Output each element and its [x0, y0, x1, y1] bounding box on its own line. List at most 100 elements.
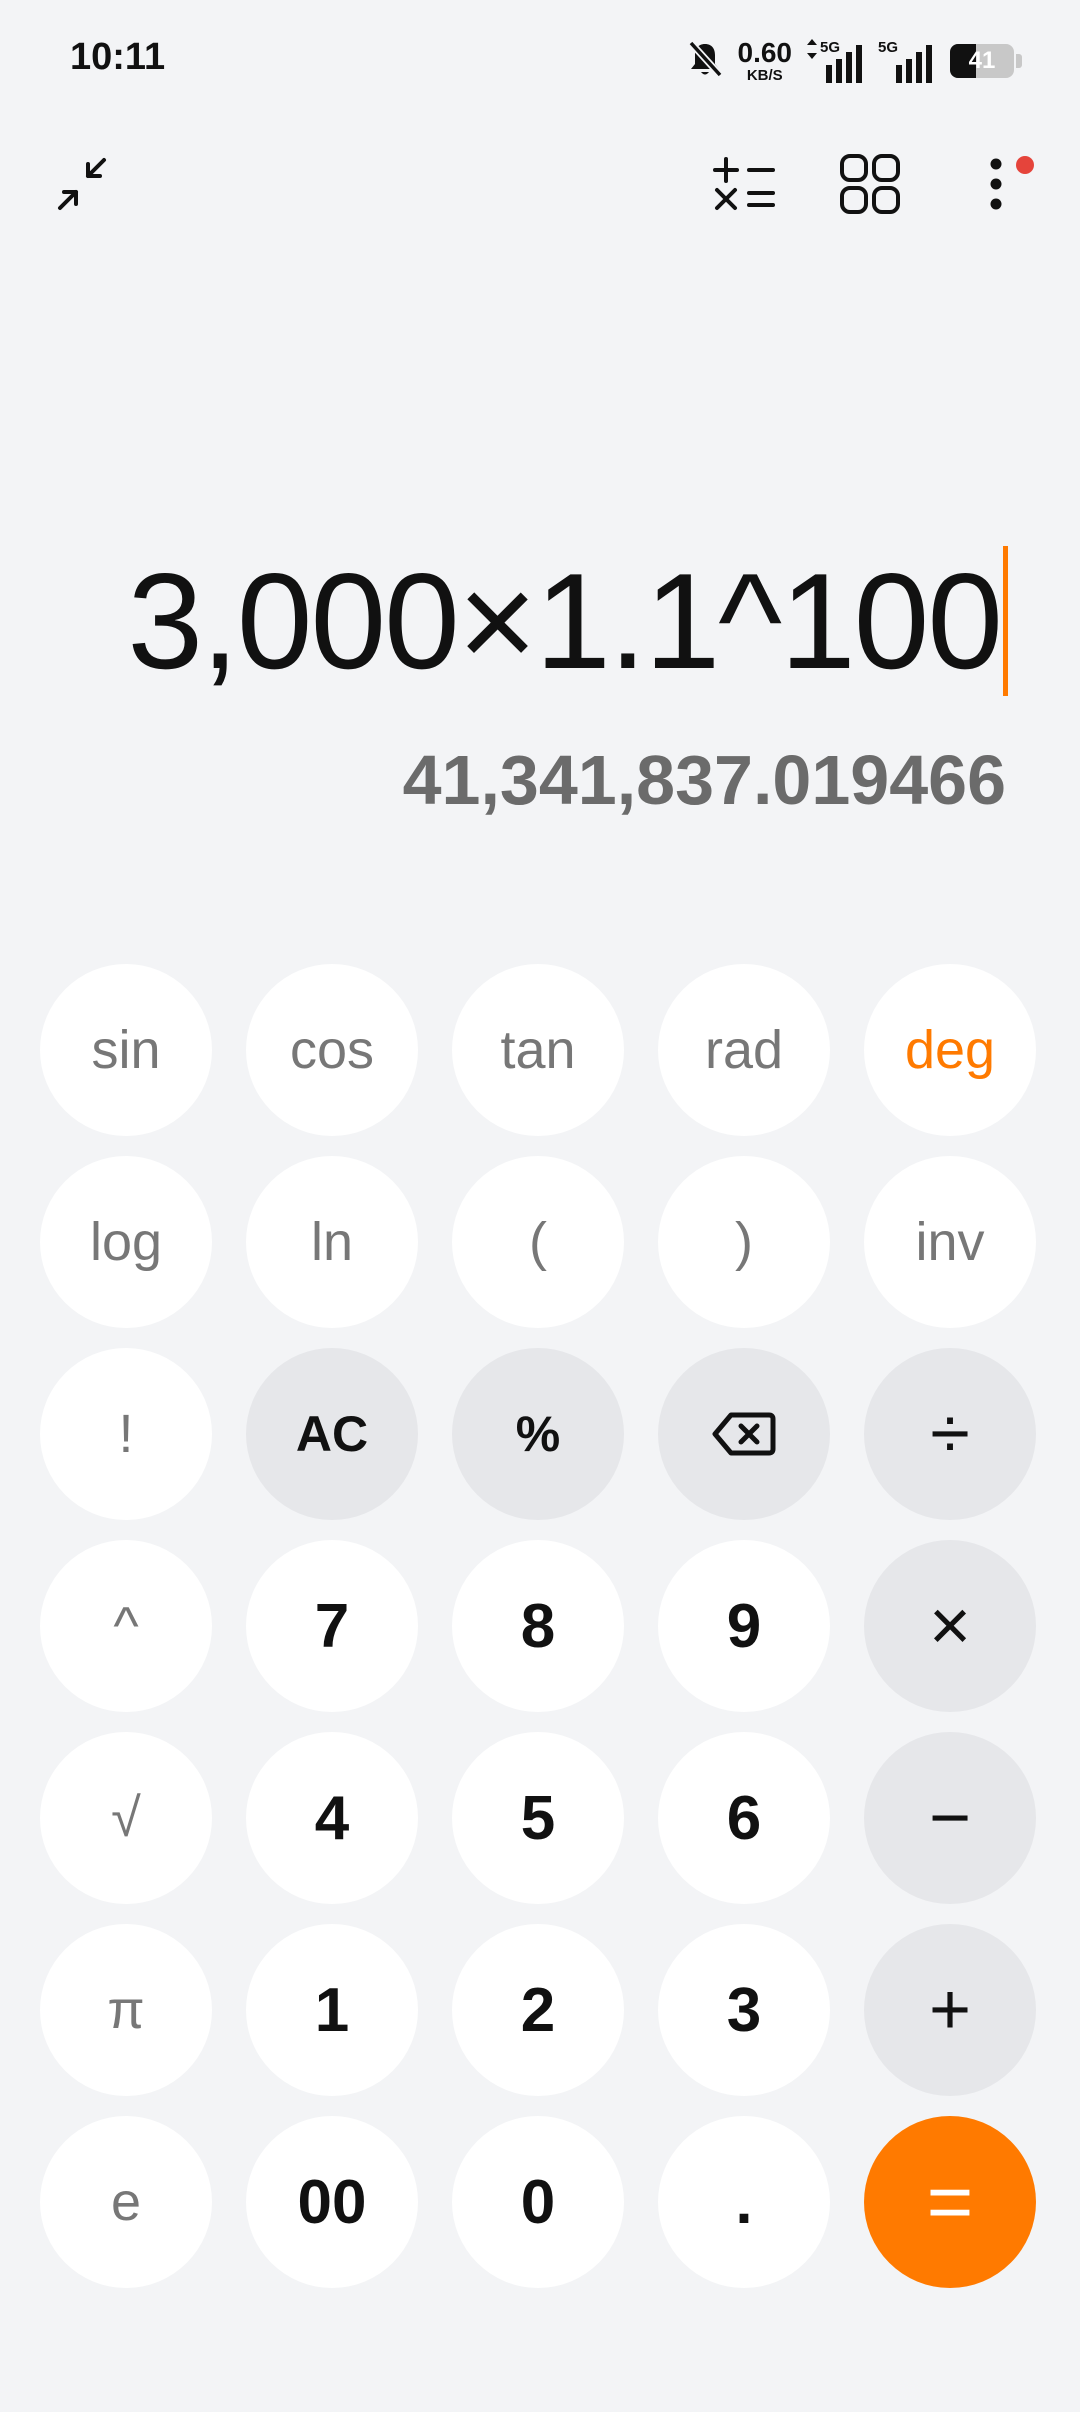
key-sin[interactable]: sin	[40, 964, 212, 1136]
battery-icon: 41	[950, 44, 1014, 78]
key-add[interactable]: +	[864, 1924, 1036, 2096]
key-0[interactable]: 0	[452, 2116, 624, 2288]
key-label: rad	[704, 1020, 784, 1080]
key-7[interactable]: 7	[246, 1540, 418, 1712]
key-4[interactable]: 4	[246, 1732, 418, 1904]
key-label: AC	[295, 1406, 369, 1462]
status-bar: 10:11 0.60 KB/S 5G 5G 41	[0, 0, 1080, 124]
key-deg[interactable]: deg	[864, 964, 1036, 1136]
key-3[interactable]: 3	[658, 1924, 830, 2096]
collapse-button[interactable]	[34, 136, 134, 236]
converter-button[interactable]	[694, 136, 794, 236]
apps-grid-icon	[838, 152, 902, 221]
key-label: inv	[915, 1212, 985, 1272]
key-label: sin	[91, 1020, 161, 1080]
key-label: 5	[520, 1783, 556, 1853]
expression-display[interactable]: 3,000×1.1^100	[127, 545, 1008, 697]
signal-icon	[896, 45, 934, 88]
bell-muted-icon	[686, 39, 724, 84]
key-label: √	[111, 1788, 141, 1848]
key-2[interactable]: 2	[452, 1924, 624, 2096]
key-label: 3	[726, 1975, 762, 2045]
network-speed-value: 0.60	[737, 37, 793, 68]
sim1-signal: 5G	[806, 39, 864, 83]
key-decimal[interactable]: .	[658, 2116, 830, 2288]
sim2-signal: 5G	[878, 39, 936, 83]
key-log[interactable]: log	[40, 1156, 212, 1328]
key-label: ln	[310, 1212, 354, 1272]
apps-grid-button[interactable]	[820, 136, 920, 236]
status-icons: 0.60 KB/S 5G 5G 41	[686, 36, 1022, 86]
more-options-button[interactable]	[946, 136, 1046, 236]
more-vert-icon	[986, 152, 1006, 221]
key-tan[interactable]: tan	[452, 964, 624, 1136]
key-label: 0	[520, 2167, 556, 2237]
key-cos[interactable]: cos	[246, 964, 418, 1136]
key-label: log	[89, 1212, 163, 1272]
key-rad[interactable]: rad	[658, 964, 830, 1136]
key-label: cos	[289, 1020, 375, 1080]
battery-tip	[1016, 54, 1022, 68]
key-label: −	[928, 1778, 972, 1858]
key-label: ÷	[930, 1394, 970, 1474]
key-6[interactable]: 6	[658, 1732, 830, 1904]
key-label: 6	[726, 1783, 762, 1853]
notification-dot	[1016, 156, 1034, 174]
key-9[interactable]: 9	[658, 1540, 830, 1712]
network-speed-unit: KB/S	[746, 67, 783, 84]
status-time: 10:11	[70, 36, 166, 78]
key-label: ^	[113, 1596, 139, 1656]
key-label: 4	[314, 1783, 350, 1853]
key-label: 8	[520, 1591, 556, 1661]
key-open-paren[interactable]: (	[452, 1156, 624, 1328]
key-equals[interactable]: =	[864, 2116, 1036, 2288]
key-close-paren[interactable]: )	[658, 1156, 830, 1328]
data-arrows-icon	[806, 39, 818, 64]
key-label: 1	[314, 1975, 350, 2045]
collapse-icon	[52, 152, 116, 221]
key-inv[interactable]: inv	[864, 1156, 1036, 1328]
key-label: e	[110, 2172, 142, 2232]
backspace-icon	[711, 1410, 777, 1458]
signal-icon	[826, 45, 864, 88]
key-label: tan	[500, 1020, 576, 1080]
key-sqrt[interactable]: √	[40, 1732, 212, 1904]
key-label: 9	[726, 1591, 762, 1661]
key-e[interactable]: e	[40, 2116, 212, 2288]
calculator-screen: 10:11 0.60 KB/S 5G 5G 41 3,000×1.1^100 4…	[0, 0, 1080, 2412]
key-5[interactable]: 5	[452, 1732, 624, 1904]
key-ln[interactable]: ln	[246, 1156, 418, 1328]
key-00[interactable]: 00	[246, 2116, 418, 2288]
expression-text: 3,000×1.1^100	[127, 545, 1003, 697]
key-label: !	[118, 1404, 134, 1464]
key-label: (	[529, 1212, 547, 1272]
key-divide[interactable]: ÷	[864, 1348, 1036, 1520]
key-label: 7	[314, 1591, 350, 1661]
key-label: %	[515, 1406, 561, 1462]
key-percent[interactable]: %	[452, 1348, 624, 1520]
key-label: 2	[520, 1975, 556, 2045]
key-label: .	[735, 2167, 753, 2237]
key-clear[interactable]: AC	[246, 1348, 418, 1520]
key-power[interactable]: ^	[40, 1540, 212, 1712]
key-8[interactable]: 8	[452, 1540, 624, 1712]
key-multiply[interactable]: ×	[864, 1540, 1036, 1712]
text-cursor	[1003, 546, 1008, 696]
key-label: 00	[297, 2167, 367, 2237]
key-label: )	[735, 1212, 753, 1272]
key-label: ×	[928, 1586, 972, 1666]
key-label: π	[107, 1980, 145, 2040]
keypad: sin cos tan rad deg log ln () inv! AC% ÷ ^ 7 8 9 × √ 4 5 6 −…	[40, 964, 1036, 2288]
sim2-network-type: 5G	[878, 39, 899, 56]
network-speed: 0.60 KB/S	[737, 37, 793, 84]
key-1[interactable]: 1	[246, 1924, 418, 2096]
battery-level: 41	[968, 47, 996, 74]
key-label: +	[928, 1970, 972, 2050]
key-label: =	[926, 2157, 974, 2246]
key-backspace[interactable]	[658, 1348, 830, 1520]
key-pi[interactable]: π	[40, 1924, 212, 2096]
key-factorial[interactable]: !	[40, 1348, 212, 1520]
key-label: deg	[904, 1020, 996, 1080]
result-preview: 41,341,837.019466	[402, 741, 1006, 819]
key-subtract[interactable]: −	[864, 1732, 1036, 1904]
